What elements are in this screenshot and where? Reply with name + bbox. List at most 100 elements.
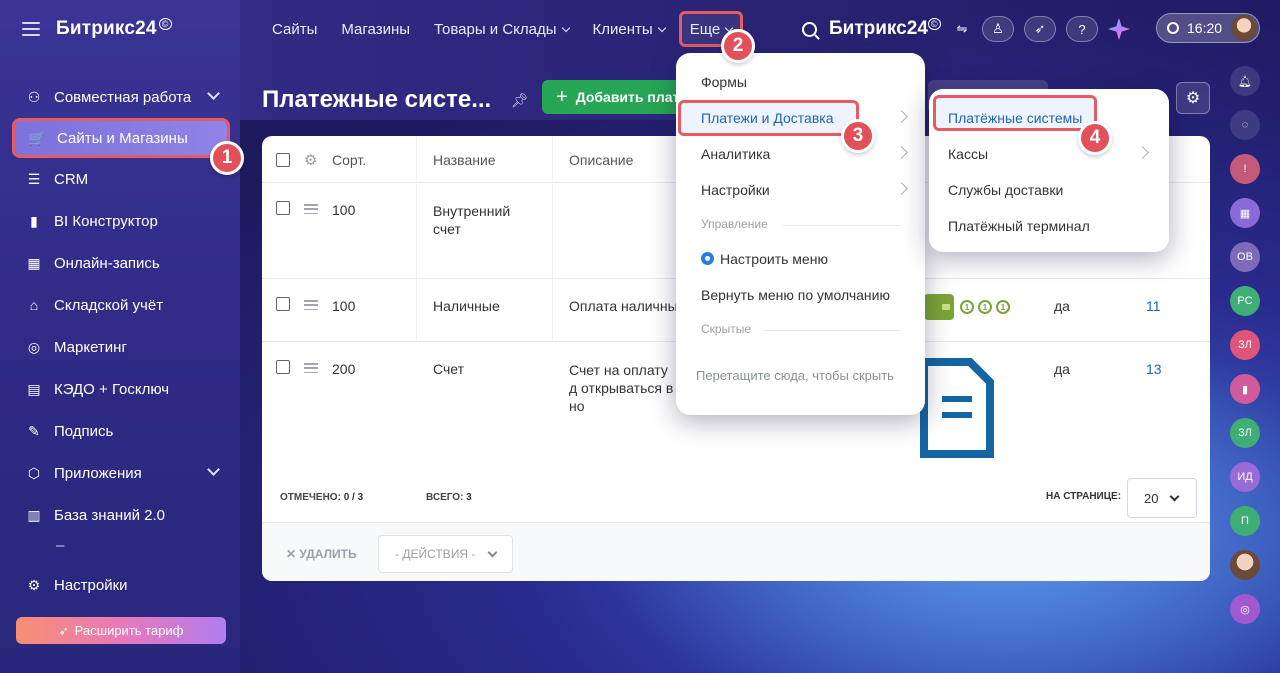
bookmark-icon[interactable]: ▮ <box>1230 374 1260 404</box>
help-icon[interactable]: ? <box>1066 16 1098 42</box>
rocket-icon[interactable]: ➶ <box>1024 16 1056 42</box>
calendar-icon[interactable]: ▦ <box>1230 198 1260 228</box>
group-actions-bar: ✕ УДАЛИТЬ - ДЕЙСТВИЯ - <box>262 522 1210 581</box>
chevron-down-icon <box>561 23 570 32</box>
chevron-down-icon <box>657 23 666 32</box>
pin-icon[interactable]: 📌︎ <box>511 92 529 109</box>
row-checkbox[interactable] <box>276 297 290 311</box>
topnav-sites[interactable]: Сайты <box>272 21 317 38</box>
support-icon[interactable]: ◎ <box>1230 594 1260 624</box>
menu-item-payments-delivery[interactable]: Платежи и Доставка <box>701 110 908 126</box>
menu-item-reset[interactable]: Вернуть меню по умолчанию <box>701 287 890 303</box>
menu-group-manage: Управление <box>701 217 901 231</box>
alert-avatar[interactable]: ! <box>1230 154 1260 184</box>
sidebar-item-marketing[interactable]: ◎ Маркетинг <box>12 326 230 368</box>
gear-icon[interactable]: ⚙ <box>1176 82 1210 114</box>
row-checkbox[interactable] <box>276 201 290 215</box>
drag-handle-icon[interactable] <box>304 204 318 214</box>
cell-sort: 100 <box>332 202 356 218</box>
sidebar-item-crm[interactable]: ☰ CRM <box>12 158 230 200</box>
add-payment-system-button[interactable]: + Добавить платежную систему <box>542 80 682 114</box>
cell-sort: 100 <box>332 298 356 314</box>
search-icon[interactable] <box>802 21 817 37</box>
upgrade-label: Расширить тариф <box>74 623 184 638</box>
column-sort[interactable]: Сорт. <box>332 152 366 168</box>
sidebar-item-apps[interactable]: ⬡ Приложения <box>12 452 230 494</box>
submenu-item-terminal[interactable]: Платёжный терминал <box>948 218 1090 234</box>
add-button-label: Добавить платежную систему <box>575 89 682 105</box>
submenu-item-payment-systems[interactable]: Платёжные системы <box>948 110 1082 126</box>
sidebar-item-warehouse[interactable]: ⌂ Складской учёт <box>12 284 230 326</box>
wallet-icon <box>924 294 954 320</box>
per-page-select[interactable]: 20 <box>1127 478 1197 518</box>
sliders-icon[interactable]: ⇋ <box>952 16 972 42</box>
chevron-down-icon <box>207 463 220 476</box>
drag-handle-icon[interactable] <box>304 300 318 310</box>
topnav-clients[interactable]: Клиенты <box>593 21 666 38</box>
step-badge-3: 3 <box>841 119 875 153</box>
menu-item-configure[interactable]: Настроить меню <box>701 251 828 267</box>
clock-icon <box>1167 22 1179 34</box>
logo-row: Битрикс24 © <box>22 17 172 40</box>
user-add-icon[interactable]: ♙ <box>982 16 1014 42</box>
delete-button[interactable]: ✕ УДАЛИТЬ <box>286 547 357 561</box>
menu-item-settings[interactable]: Настройки <box>701 182 908 198</box>
clock-pill[interactable]: 16:20 <box>1156 13 1260 43</box>
sidebar-item-sites-shops[interactable]: 🛒 Сайты и Магазины <box>12 118 230 158</box>
actions-select[interactable]: - ДЕЙСТВИЯ - <box>378 535 513 573</box>
sidebar-item-signature[interactable]: ✎ Подпись <box>12 410 230 452</box>
submenu-item-cashboxes[interactable]: Кассы <box>948 146 1149 162</box>
column-description[interactable]: Описание <box>569 152 633 168</box>
sidebar-item-collaboration[interactable]: ⚇ Совместная работа <box>12 76 230 118</box>
rail-avatar-ov[interactable]: ОВ <box>1230 242 1260 272</box>
sidebar-item-booking[interactable]: ▦ Онлайн-запись <box>12 242 230 284</box>
app-logo[interactable]: Битрикс24 © <box>56 17 172 40</box>
chevron-right-icon <box>1136 146 1149 159</box>
column-settings-icon[interactable]: ⚙ <box>304 151 317 169</box>
step-badge-4: 4 <box>1078 121 1112 155</box>
select-all-checkbox[interactable] <box>276 153 290 167</box>
chat-icon[interactable]: ◌ <box>1230 110 1260 140</box>
sidebar-item-knowledge[interactable]: ▥ База знаний 2.0 <box>12 494 230 536</box>
rail-avatar-rs[interactable]: РС <box>1230 286 1260 316</box>
gear-icon: ⚙ <box>27 576 41 593</box>
user-avatar[interactable] <box>1231 15 1257 41</box>
marked-count: ОТМЕЧЕНО: 0 / 3 <box>280 492 364 503</box>
drag-handle-icon[interactable] <box>304 363 318 373</box>
submenu-item-delivery[interactable]: Службы доставки <box>948 182 1063 198</box>
coin-icon: 1 <box>996 300 1010 314</box>
rail-avatar-zl[interactable]: ЗЛ <box>1230 330 1260 360</box>
sidebar-item-label: Складской учёт <box>54 296 164 314</box>
rail-user-avatar[interactable] <box>1230 550 1260 580</box>
step-badge-1: 1 <box>210 141 244 175</box>
sidebar-item-bi[interactable]: ▮ BI Конструктор <box>12 200 230 242</box>
sidebar-item-label: Онлайн-запись <box>54 254 160 272</box>
rail-avatar-zl2[interactable]: ЗЛ <box>1230 418 1260 448</box>
upgrade-button[interactable]: ➶ Расширить тариф <box>16 617 226 644</box>
cube-icon: ⬡ <box>27 464 41 481</box>
rail-avatar-p[interactable]: П <box>1230 506 1260 536</box>
bell-icon[interactable]: 🔔︎ <box>1230 66 1260 96</box>
row-checkbox[interactable] <box>276 360 290 374</box>
hamburger-menu-icon[interactable] <box>22 22 40 36</box>
cell-name: Наличные <box>433 298 500 314</box>
payments-submenu: Платёжные системы Кассы Службы доставки … <box>929 89 1169 252</box>
menu-item-forms[interactable]: Формы <box>701 74 747 90</box>
sidebar-item-settings[interactable]: ⚙ Настройки <box>12 564 230 606</box>
top-nav: Сайты Магазины Товары и Склады Клиенты Е… <box>272 11 767 47</box>
document-key-icon: ▤ <box>27 380 41 397</box>
drop-zone-hint: Перетащите сюда, чтобы скрыть <box>696 368 894 383</box>
topnav-goods[interactable]: Товары и Склады <box>434 21 570 38</box>
ai-sparkle-icon[interactable] <box>1108 18 1130 40</box>
sidebar-item-kedo[interactable]: ▤ КЭДО + Госключ <box>12 368 230 410</box>
topnav-shops[interactable]: Магазины <box>341 21 410 38</box>
cell-description: Оплата наличны <box>569 298 678 314</box>
column-name[interactable]: Название <box>433 152 496 168</box>
menu-item-analytics[interactable]: Аналитика <box>701 146 908 162</box>
sidebar-item-label: КЭДО + Госключ <box>54 380 170 398</box>
bar-chart-icon: ▮ <box>30 212 38 229</box>
rail-avatar-id[interactable]: ИД <box>1230 462 1260 492</box>
cell-id-link[interactable]: 11 <box>1146 298 1161 314</box>
sidebar-item-label: Маркетинг <box>54 338 127 356</box>
cell-id-link[interactable]: 13 <box>1146 361 1162 377</box>
